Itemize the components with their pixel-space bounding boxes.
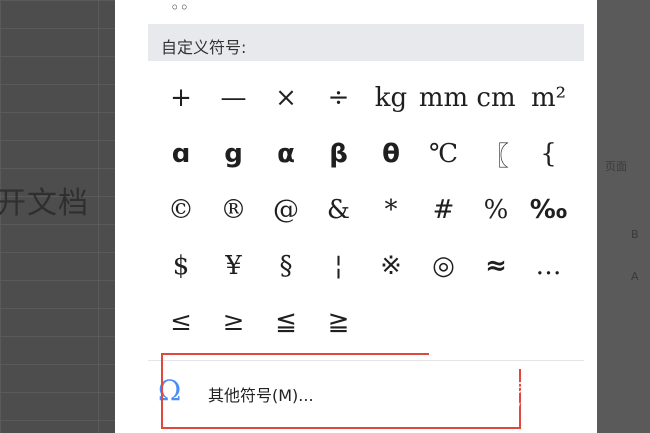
section-title: 自定义符号: [161,38,247,57]
symbol-button[interactable]: ≤ [155,296,207,348]
symbol-button[interactable]: % [470,184,522,236]
divider [148,360,584,361]
symbol-button[interactable]: ≦ [260,296,312,348]
symbol-button[interactable]: m² [523,72,575,124]
symbol-button[interactable]: θ [365,128,417,180]
symbol-button[interactable]: § [260,240,312,292]
omega-icon: Ω [158,374,182,407]
symbol-button[interactable]: — [208,72,260,124]
symbol-button[interactable]: α [260,128,312,180]
more-symbols-button[interactable]: Ω 其他符号(M)... [148,366,584,416]
panel-label-2: B [631,228,639,241]
symbol-button[interactable]: $ [155,240,207,292]
symbol-grid: + — × ÷ kg mm cm m² ɑ g α β θ ℃ 〖{ © ® @ & * #% ‰ $ ¥ § ¦ ※ ◎ ≈… ≤ ≥ ≦ ≧ [155,72,575,350]
symbol-button[interactable]: kg [365,72,417,124]
symbol-button[interactable]: @ [260,184,312,236]
symbol-button[interactable]: & [313,184,365,236]
symbol-button[interactable]: β [313,128,365,180]
panel-label-3: A [631,270,639,283]
symbol-button[interactable]: ≧ [313,296,365,348]
symbol-button[interactable]: ≈ [470,240,522,292]
symbol-button[interactable]: © [155,184,207,236]
symbol-button[interactable]: ɑ [155,128,207,180]
symbol-dropdown-panel: ◦◦ 自定义符号: + — × ÷ kg mm cm m² ɑ g α β θ ℃ 〖{ © ® @ & * #% ‰ $ ¥… [115,0,597,433]
cut-off-glyph: ◦◦ [170,0,189,17]
symbol-button[interactable]: ◎ [418,240,470,292]
symbol-button[interactable]: ※ [365,240,417,292]
symbol-button[interactable]: ¦ [313,240,365,292]
custom-symbols-header: 自定义符号: [148,24,584,61]
symbol-button[interactable]: 〖 [470,128,522,180]
symbol-button[interactable]: # [418,184,470,236]
symbol-button[interactable]: ≥ [208,296,260,348]
symbol-button[interactable]: … [523,240,575,292]
symbol-button[interactable]: ÷ [313,72,365,124]
symbol-button[interactable]: * [365,184,417,236]
panel-label-1: 页面 [605,160,627,173]
symbol-button[interactable]: cm [470,72,522,124]
symbol-button[interactable]: × [260,72,312,124]
symbol-button[interactable]: ‰ [523,184,575,236]
symbol-button[interactable]: mm [418,72,470,124]
document-text-fragment: 开文档 [0,186,89,221]
symbol-button[interactable]: ℃ [418,128,470,180]
symbol-button[interactable]: + [155,72,207,124]
more-symbols-label: 其他符号(M)... [208,386,314,405]
symbol-button[interactable]: g [208,128,260,180]
popup-top-area: ◦◦ [115,0,597,24]
right-side-panel: 页面 B A [597,0,650,433]
symbol-button[interactable]: ¥ [208,240,260,292]
symbol-button[interactable]: ® [208,184,260,236]
symbol-button[interactable]: { [523,128,575,180]
